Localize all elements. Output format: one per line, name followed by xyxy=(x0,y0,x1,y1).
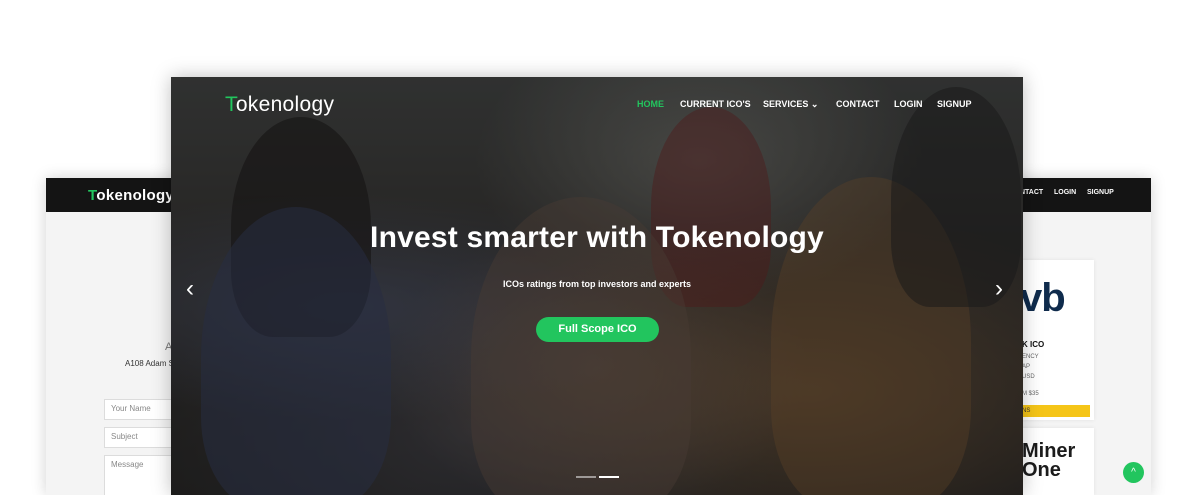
left-logo[interactable]: Tokenology xyxy=(88,187,174,204)
nav-signup[interactable]: SIGNUP xyxy=(937,99,972,109)
chevron-down-icon: ⌄ xyxy=(810,99,819,109)
carousel-prev-icon[interactable]: ‹ xyxy=(186,277,194,301)
logo-letter: T xyxy=(225,93,236,116)
logo-text: okenology xyxy=(96,186,175,204)
carousel-indicator[interactable] xyxy=(576,476,596,478)
logo-text: okenology xyxy=(235,93,335,116)
nav-login[interactable]: LOGIN xyxy=(894,99,923,109)
ico-card-line: M $35 xyxy=(1022,391,1039,397)
carousel-indicator-active[interactable] xyxy=(599,476,619,478)
nav-login[interactable]: LOGIN xyxy=(1054,189,1076,196)
full-scope-ico-button[interactable]: Full Scope ICO xyxy=(536,317,659,342)
address-line: A108 Adam S xyxy=(125,359,174,368)
carousel-next-icon[interactable]: › xyxy=(995,277,1003,301)
ico-logo: vb xyxy=(1020,276,1066,320)
scroll-top-icon[interactable]: ^ xyxy=(1123,462,1144,483)
ico-card-line: AP xyxy=(1022,364,1031,370)
nav-services-label: SERVICES xyxy=(763,99,809,109)
main-navbar: Tokenology HOME CURRENT ICO'S SERVICES ⌄… xyxy=(171,77,1023,133)
ico-card-line: ENCY xyxy=(1022,354,1039,360)
nav-signup[interactable]: SIGNUP xyxy=(1087,189,1114,196)
nav-services[interactable]: SERVICES ⌄ xyxy=(763,99,818,110)
ico-card-line: USD xyxy=(1022,374,1035,380)
miner-line-2: One xyxy=(1022,459,1061,481)
nav-contact[interactable]: NTACT xyxy=(1020,189,1043,196)
hero-section: Tokenology HOME CURRENT ICO'S SERVICES ⌄… xyxy=(171,77,1023,495)
miner-card-title: Miner One xyxy=(1022,441,1075,481)
ico-card-title: K ICO xyxy=(1022,340,1045,349)
nav-current-icos[interactable]: CURRENT ICO'S xyxy=(680,99,751,109)
hero-subtitle: ICOs ratings from top investors and expe… xyxy=(502,279,692,289)
nav-contact[interactable]: CONTACT xyxy=(836,99,879,109)
hero-title: Invest smarter with Tokenology xyxy=(370,221,824,254)
nav-home[interactable]: HOME xyxy=(637,99,664,109)
brand-logo[interactable]: Tokenology xyxy=(225,93,334,117)
